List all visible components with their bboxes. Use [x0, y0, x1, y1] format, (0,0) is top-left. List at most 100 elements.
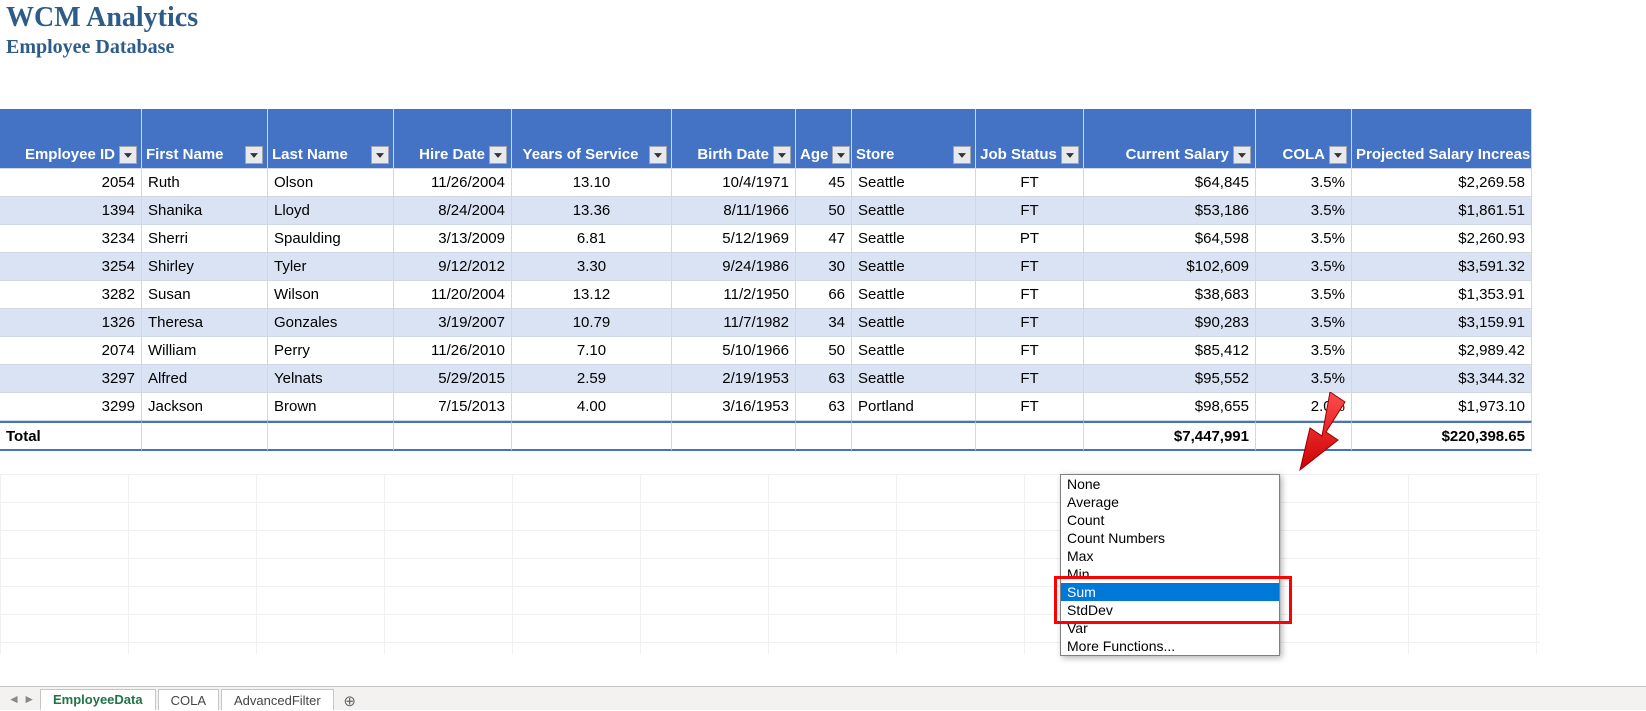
table-cell[interactable]: 7/15/2013: [394, 393, 512, 421]
column-header[interactable]: Birth Date: [672, 109, 796, 169]
dropdown-option[interactable]: Min: [1061, 565, 1279, 583]
table-cell[interactable]: Ruth: [142, 169, 268, 197]
column-header[interactable]: First Name: [142, 109, 268, 169]
table-cell[interactable]: 10/4/1971: [672, 169, 796, 197]
column-header[interactable]: COLA: [1256, 109, 1352, 169]
table-cell[interactable]: 11/26/2010: [394, 337, 512, 365]
table-cell[interactable]: 11/20/2004: [394, 281, 512, 309]
table-cell[interactable]: 50: [796, 197, 852, 225]
table-cell[interactable]: $64,598: [1084, 225, 1256, 253]
table-cell[interactable]: Seattle: [852, 309, 976, 337]
table-cell[interactable]: Alfred: [142, 365, 268, 393]
table-cell[interactable]: 3.5%: [1256, 253, 1352, 281]
filter-dropdown-icon[interactable]: [245, 146, 263, 164]
table-cell[interactable]: FT: [976, 309, 1084, 337]
table-cell[interactable]: 3254: [0, 253, 142, 281]
total-label[interactable]: Total: [0, 421, 142, 451]
table-cell[interactable]: Seattle: [852, 253, 976, 281]
total-empty-cell[interactable]: [268, 421, 394, 451]
table-cell[interactable]: 45: [796, 169, 852, 197]
table-cell[interactable]: 3297: [0, 365, 142, 393]
table-cell[interactable]: Wilson: [268, 281, 394, 309]
dropdown-option[interactable]: Average: [1061, 493, 1279, 511]
column-header[interactable]: Projected Salary Increase: [1352, 109, 1532, 169]
table-cell[interactable]: $102,609: [1084, 253, 1256, 281]
table-cell[interactable]: 3.5%: [1256, 337, 1352, 365]
sheet-tab[interactable]: COLA: [158, 689, 219, 710]
table-cell[interactable]: 3/13/2009: [394, 225, 512, 253]
table-cell[interactable]: $3,591.32: [1352, 253, 1532, 281]
table-cell[interactable]: 50: [796, 337, 852, 365]
column-header[interactable]: Store: [852, 109, 976, 169]
table-cell[interactable]: Olson: [268, 169, 394, 197]
table-cell[interactable]: 2.59: [512, 365, 672, 393]
table-cell[interactable]: 11/2/1950: [672, 281, 796, 309]
filter-dropdown-icon[interactable]: [649, 146, 667, 164]
table-cell[interactable]: $3,344.32: [1352, 365, 1532, 393]
table-cell[interactable]: $2,269.58: [1352, 169, 1532, 197]
sheet-tab[interactable]: EmployeeData: [40, 689, 156, 711]
table-cell[interactable]: 3234: [0, 225, 142, 253]
table-cell[interactable]: 34: [796, 309, 852, 337]
table-cell[interactable]: $90,283: [1084, 309, 1256, 337]
table-cell[interactable]: 3.30: [512, 253, 672, 281]
table-cell[interactable]: $38,683: [1084, 281, 1256, 309]
table-cell[interactable]: $1,861.51: [1352, 197, 1532, 225]
table-cell[interactable]: 11/7/1982: [672, 309, 796, 337]
table-cell[interactable]: $1,353.91: [1352, 281, 1532, 309]
table-cell[interactable]: 3.5%: [1256, 169, 1352, 197]
table-cell[interactable]: $3,159.91: [1352, 309, 1532, 337]
table-cell[interactable]: Brown: [268, 393, 394, 421]
table-cell[interactable]: $95,552: [1084, 365, 1256, 393]
table-cell[interactable]: 2054: [0, 169, 142, 197]
table-cell[interactable]: 10.79: [512, 309, 672, 337]
table-cell[interactable]: 3.5%: [1256, 281, 1352, 309]
table-cell[interactable]: Seattle: [852, 197, 976, 225]
table-cell[interactable]: Seattle: [852, 281, 976, 309]
new-sheet-button[interactable]: ⊕: [336, 692, 364, 710]
column-header[interactable]: Job Status: [976, 109, 1084, 169]
table-cell[interactable]: $2,260.93: [1352, 225, 1532, 253]
table-cell[interactable]: FT: [976, 169, 1084, 197]
total-empty-cell[interactable]: [142, 421, 268, 451]
table-cell[interactable]: $53,186: [1084, 197, 1256, 225]
table-cell[interactable]: 13.36: [512, 197, 672, 225]
subtotal-function-dropdown[interactable]: NoneAverageCountCount NumbersMaxMinSumSt…: [1060, 474, 1280, 656]
table-cell[interactable]: 63: [796, 393, 852, 421]
table-cell[interactable]: Tyler: [268, 253, 394, 281]
table-cell[interactable]: 2/19/1953: [672, 365, 796, 393]
table-cell[interactable]: 13.10: [512, 169, 672, 197]
table-cell[interactable]: 11/26/2004: [394, 169, 512, 197]
table-cell[interactable]: 2074: [0, 337, 142, 365]
table-cell[interactable]: Seattle: [852, 365, 976, 393]
filter-dropdown-icon[interactable]: [119, 146, 137, 164]
table-cell[interactable]: Perry: [268, 337, 394, 365]
column-header[interactable]: Employee ID: [0, 109, 142, 169]
table-cell[interactable]: Yelnats: [268, 365, 394, 393]
filter-dropdown-icon[interactable]: [773, 146, 791, 164]
dropdown-option[interactable]: Count Numbers: [1061, 529, 1279, 547]
table-cell[interactable]: 3299: [0, 393, 142, 421]
table-cell[interactable]: 3/19/2007: [394, 309, 512, 337]
dropdown-option[interactable]: Count: [1061, 511, 1279, 529]
table-cell[interactable]: 30: [796, 253, 852, 281]
total-empty-cell[interactable]: [1256, 421, 1352, 451]
table-cell[interactable]: $64,845: [1084, 169, 1256, 197]
table-cell[interactable]: PT: [976, 225, 1084, 253]
table-cell[interactable]: $85,412: [1084, 337, 1256, 365]
table-cell[interactable]: William: [142, 337, 268, 365]
table-cell[interactable]: 63: [796, 365, 852, 393]
table-cell[interactable]: 5/29/2015: [394, 365, 512, 393]
filter-dropdown-icon[interactable]: [489, 146, 507, 164]
table-cell[interactable]: Shanika: [142, 197, 268, 225]
table-cell[interactable]: 3282: [0, 281, 142, 309]
total-empty-cell[interactable]: [976, 421, 1084, 451]
filter-dropdown-icon[interactable]: [1233, 146, 1251, 164]
table-cell[interactable]: Sherri: [142, 225, 268, 253]
total-current-salary[interactable]: $7,447,991: [1084, 421, 1256, 451]
sheet-tab[interactable]: AdvancedFilter: [221, 689, 334, 710]
table-cell[interactable]: 9/12/2012: [394, 253, 512, 281]
sheet-nav-arrows[interactable]: ◄ ►: [8, 692, 35, 706]
table-cell[interactable]: 3.5%: [1256, 365, 1352, 393]
table-cell[interactable]: 1394: [0, 197, 142, 225]
